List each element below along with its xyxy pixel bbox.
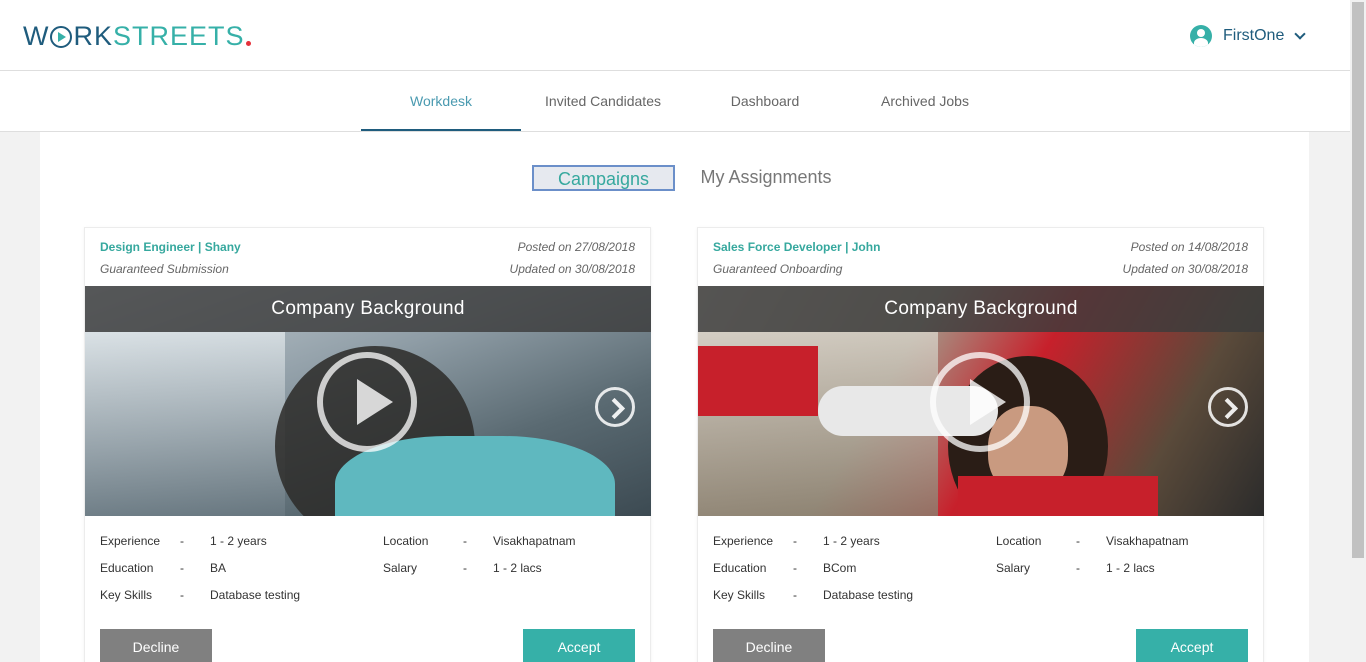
experience-label: Experience (100, 534, 161, 548)
user-menu[interactable]: FirstOne (1190, 24, 1307, 48)
separator: - (793, 588, 797, 602)
accept-button[interactable]: Accept (1136, 629, 1248, 662)
decline-button[interactable]: Decline (713, 629, 825, 662)
experience-value: 1 - 2 years (823, 534, 880, 548)
app-header: W RKSTREETS FirstOne (0, 0, 1350, 71)
my-assignments-toggle[interactable]: My Assignments (690, 165, 842, 191)
next-arrow-icon[interactable] (595, 387, 635, 427)
user-name: FirstOne (1223, 27, 1285, 44)
play-icon[interactable] (930, 352, 1030, 452)
user-avatar-icon (1190, 25, 1212, 47)
logo-text-w: W (23, 21, 50, 51)
key-skills-value: Database testing (210, 588, 301, 602)
salary-value: 1 - 2 lacs (1106, 561, 1155, 575)
chevron-down-icon (1294, 28, 1307, 40)
separator: - (180, 534, 184, 548)
key-skills-label: Key Skills (100, 588, 153, 602)
logo-dot (245, 41, 251, 46)
education-value: BA (210, 561, 227, 575)
main-nav: Workdesk Invited Candidates Dashboard Ar… (0, 71, 1350, 132)
posted-date: Posted on 14/08/2018 (1130, 240, 1248, 254)
decline-button[interactable]: Decline (100, 629, 212, 662)
key-skills-value: Database testing (823, 588, 914, 602)
video-frame-red (698, 346, 818, 416)
campaigns-toggle[interactable]: Campaigns (532, 165, 675, 191)
video-caption: Company Background (85, 286, 651, 332)
separator: - (463, 534, 467, 548)
education-label: Education (713, 561, 767, 575)
location-value: Visakhapatnam (493, 534, 576, 548)
salary-value: 1 - 2 lacs (493, 561, 542, 575)
guarantee-text: Guaranteed Submission (100, 262, 229, 276)
job-title-link[interactable]: Design Engineer | Shany (100, 240, 241, 254)
video-frame-bg (85, 332, 285, 516)
separator: - (1076, 534, 1080, 548)
experience-value: 1 - 2 years (210, 534, 267, 548)
workstreets-logo[interactable]: W RKSTREETS (23, 22, 251, 50)
scrollbar-thumb[interactable] (1352, 2, 1364, 558)
salary-label: Salary (996, 561, 1031, 575)
separator: - (180, 561, 184, 575)
logo-play-icon (50, 26, 73, 48)
company-video[interactable]: Company Background (698, 286, 1264, 516)
tab-workdesk[interactable]: Workdesk (361, 71, 521, 131)
updated-date: Updated on 30/08/2018 (1122, 262, 1248, 276)
play-icon[interactable] (317, 352, 417, 452)
location-label: Location (996, 534, 1042, 548)
separator: - (463, 561, 467, 575)
separator: - (1076, 561, 1080, 575)
separator: - (793, 534, 797, 548)
accept-button[interactable]: Accept (523, 629, 635, 662)
salary-label: Salary (383, 561, 418, 575)
education-label: Education (100, 561, 154, 575)
location-label: Location (383, 534, 429, 548)
separator: - (180, 588, 184, 602)
education-value: BCom (823, 561, 857, 575)
experience-label: Experience (713, 534, 774, 548)
key-skills-label: Key Skills (713, 588, 766, 602)
tab-archived-jobs[interactable]: Archived Jobs (865, 71, 985, 131)
separator: - (793, 561, 797, 575)
next-arrow-icon[interactable] (1208, 387, 1248, 427)
logo-text-streets: STREETS (113, 21, 245, 51)
video-caption: Company Background (698, 286, 1264, 332)
location-value: Visakhapatnam (1106, 534, 1189, 548)
page-scrollbar[interactable] (1350, 0, 1366, 662)
company-video[interactable]: Company Background (85, 286, 651, 516)
video-frame-shirt (958, 476, 1158, 516)
updated-date: Updated on 30/08/2018 (509, 262, 635, 276)
tab-invited-candidates[interactable]: Invited Candidates (528, 71, 678, 131)
posted-date: Posted on 27/08/2018 (517, 240, 635, 254)
job-card: Sales Force Developer | John Guaranteed … (697, 227, 1264, 662)
logo-text-rk: RK (73, 21, 113, 51)
job-card: Design Engineer | Shany Guaranteed Submi… (84, 227, 651, 662)
tab-dashboard[interactable]: Dashboard (705, 71, 825, 131)
guarantee-text: Guaranteed Onboarding (713, 262, 843, 276)
job-title-link[interactable]: Sales Force Developer | John (713, 240, 880, 254)
